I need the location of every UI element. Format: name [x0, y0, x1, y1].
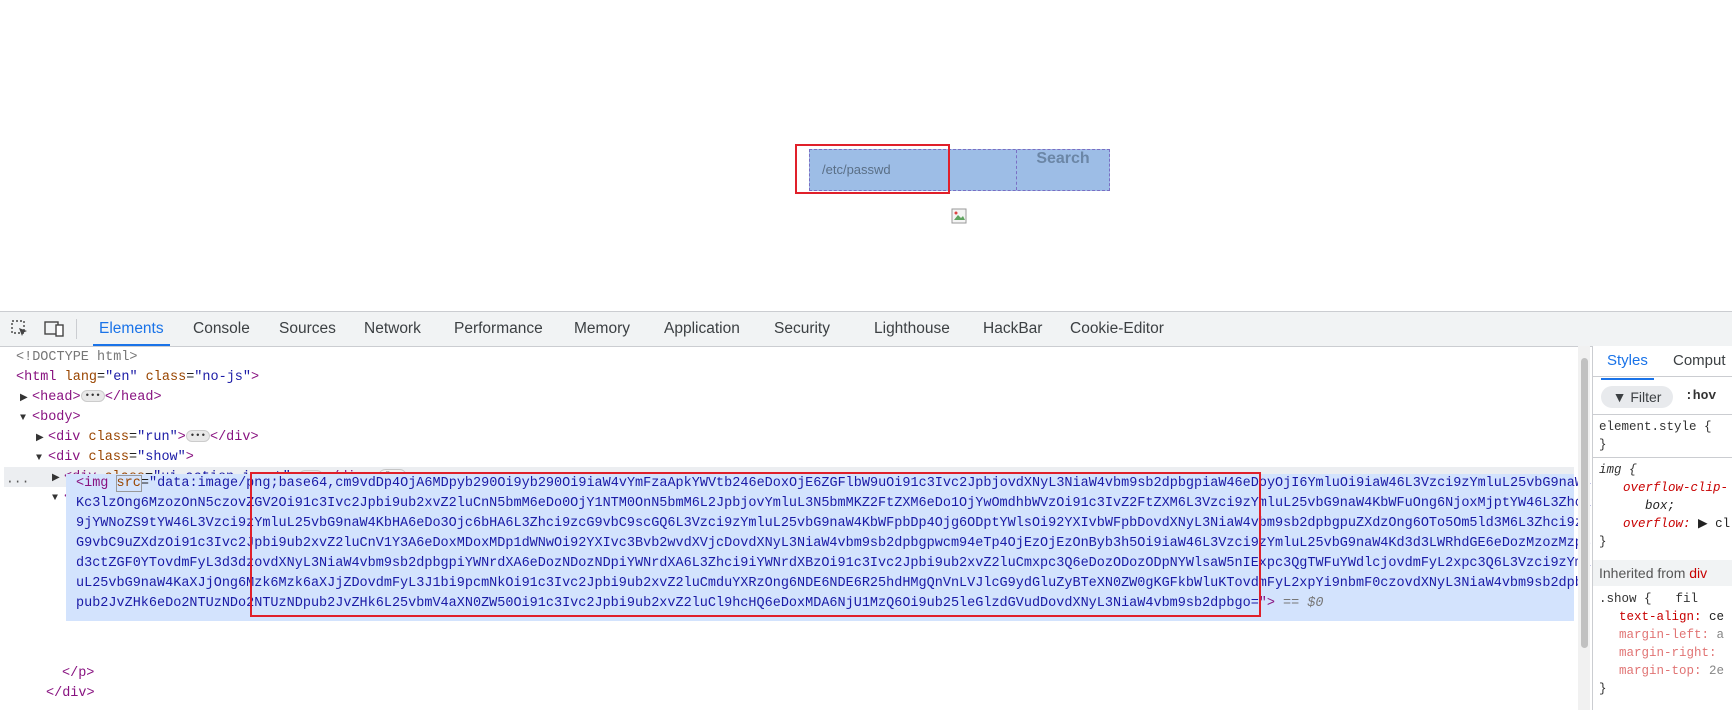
- html-attr-class-name: class: [145, 370, 187, 385]
- show-rule-margin-right[interactable]: margin-right:: [1619, 644, 1717, 662]
- broken-image-icon: [951, 208, 967, 224]
- html-attr-lang-value: en: [113, 370, 130, 385]
- styles-separator: [1593, 414, 1732, 415]
- show-rule-margin-left[interactable]: margin-left: a: [1619, 626, 1724, 644]
- div-run-class: run: [145, 430, 170, 445]
- tab-console[interactable]: Console: [193, 312, 250, 346]
- filter-icon: ▼: [1612, 389, 1627, 405]
- search-button[interactable]: Search: [1017, 150, 1109, 190]
- img-rule-prop-cont: box;: [1645, 499, 1676, 513]
- img-close: ">: [1258, 596, 1275, 611]
- filter-label: Filter: [1630, 389, 1662, 405]
- styles-pane: Styles Comput ▼ Filter :hov element.styl…: [1592, 346, 1732, 710]
- tab-performance[interactable]: Performance: [454, 312, 543, 346]
- styles-tabs: Styles Comput: [1593, 346, 1732, 380]
- img-rule-overflow[interactable]: overflow: ▶ cl: [1623, 515, 1730, 533]
- tab-lighthouse[interactable]: Lighthouse: [874, 312, 950, 346]
- dom-body[interactable]: ▼ <body>: [20, 408, 81, 428]
- dollar-zero-label: == $0: [1283, 596, 1324, 611]
- element-style-rule[interactable]: element.style {: [1599, 418, 1712, 436]
- doctype-text: <!DOCTYPE html>: [16, 350, 138, 365]
- tab-memory[interactable]: Memory: [574, 312, 630, 346]
- ellipsis-badge[interactable]: •••: [80, 390, 105, 403]
- tab-application[interactable]: Application: [664, 312, 740, 346]
- dom-div-run[interactable]: ▶ <div class="run"> ••• </div>: [36, 428, 259, 448]
- show-rule-text-align[interactable]: text-align: ce: [1619, 608, 1724, 626]
- img-attr-src[interactable]: src: [115, 475, 142, 492]
- div-close-tag: </div>: [46, 686, 95, 701]
- html-attr-lang-name: lang: [64, 370, 98, 385]
- tab-styles[interactable]: Styles: [1601, 352, 1654, 380]
- rule-close: }: [1599, 535, 1607, 549]
- collapse-triangle-icon[interactable]: ▼: [20, 409, 32, 429]
- img-rule-selector[interactable]: img {: [1599, 461, 1637, 479]
- page-viewport: /etc/passwd Search: [0, 0, 1732, 311]
- inspect-element-icon[interactable]: [9, 318, 31, 340]
- tab-cookie-editor[interactable]: Cookie-Editor: [1070, 312, 1164, 346]
- rule-close: }: [1599, 438, 1607, 452]
- tab-sources[interactable]: Sources: [279, 312, 336, 346]
- tab-computed[interactable]: Comput: [1673, 352, 1726, 369]
- rule-close: }: [1599, 682, 1607, 696]
- search-input-gap: [949, 150, 1017, 190]
- filter-button[interactable]: ▼ Filter: [1601, 386, 1673, 408]
- ellipsis-badge[interactable]: •••: [185, 430, 210, 443]
- dom-html[interactable]: <html lang="en" class="no-js">: [16, 368, 259, 388]
- dom-p-close[interactable]: </p>: [62, 666, 94, 686]
- highlight-box-base64: [250, 472, 1261, 617]
- tab-network[interactable]: Network: [364, 312, 421, 346]
- devtools-panel: Elements Console Sources Network Perform…: [0, 311, 1732, 710]
- show-rule-margin-top[interactable]: margin-top: 2e: [1619, 662, 1724, 680]
- hov-toggle[interactable]: :hov: [1685, 388, 1716, 403]
- elements-scrollbar-thumb[interactable]: [1581, 358, 1588, 648]
- html-attr-class-value: no-js: [202, 370, 243, 385]
- show-rule-selector[interactable]: .show {fil: [1599, 590, 1698, 608]
- highlight-box-input: [795, 144, 950, 194]
- img-rule-prop[interactable]: overflow-clip-: [1623, 479, 1728, 497]
- device-toolbar-icon[interactable]: [43, 318, 65, 340]
- tab-elements[interactable]: Elements: [93, 312, 170, 346]
- dom-head[interactable]: ▶ <head> ••• </head>: [20, 388, 162, 408]
- dom-doctype[interactable]: <!DOCTYPE html>: [16, 348, 138, 368]
- body-tag-name: body: [40, 410, 73, 425]
- toolbar-divider: [76, 319, 77, 339]
- node-more-icon[interactable]: ···: [6, 474, 29, 494]
- head-tag-name: head: [40, 390, 73, 405]
- devtools-toolbar: Elements Console Sources Network Perform…: [0, 312, 1732, 347]
- head-close-tag: head: [121, 390, 154, 405]
- expand-triangle-icon[interactable]: ▶: [36, 429, 48, 449]
- tab-hackbar[interactable]: HackBar: [983, 312, 1042, 346]
- dom-div-show[interactable]: ▼ <div class="show">: [36, 448, 194, 468]
- tab-security[interactable]: Security: [774, 312, 830, 346]
- expand-triangle-icon[interactable]: ▶: [20, 389, 32, 409]
- img-tag-name: img: [84, 476, 109, 491]
- div-show-class: show: [145, 450, 178, 465]
- collapse-triangle-icon[interactable]: ▼: [36, 449, 48, 469]
- styles-separator: [1593, 457, 1732, 458]
- inherited-from-header: Inherited from div: [1593, 560, 1732, 586]
- p-close-tag: </p>: [62, 666, 95, 681]
- html-tag-name: html: [24, 370, 57, 385]
- dom-div-close[interactable]: </div>: [46, 686, 95, 706]
